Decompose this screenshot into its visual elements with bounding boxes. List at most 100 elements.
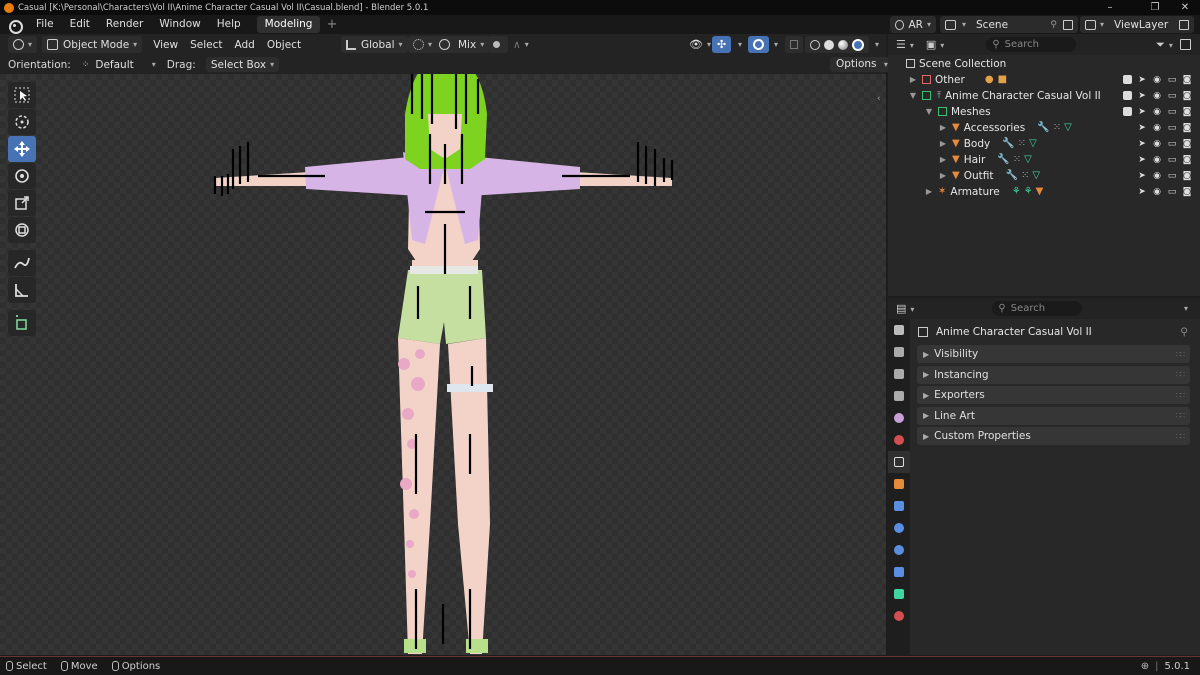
eye-icon[interactable]: ◉ <box>1152 123 1162 133</box>
render-toggle-icon[interactable]: ◙ <box>1182 139 1192 149</box>
cursor-tool[interactable] <box>8 109 36 135</box>
viewport-toggle-icon[interactable]: ▭ <box>1167 91 1177 101</box>
xray-toggle[interactable] <box>785 36 803 53</box>
tab-constraints[interactable] <box>888 561 910 583</box>
tab-modifiers[interactable] <box>888 495 910 517</box>
select-toggle-icon[interactable]: ➤ <box>1137 171 1147 181</box>
render-toggle-icon[interactable]: ◙ <box>1182 107 1192 117</box>
overlay-menu[interactable]: ▾ <box>765 36 783 53</box>
outliner-row-body[interactable]: ▶ ▼ Body 🔧 ⁙ ▽ ➤ ◉ ▭ ◙ <box>888 136 1200 152</box>
measure-tool[interactable] <box>8 277 36 303</box>
outliner-row-other[interactable]: ▶ Other ● ■ ➤ ◉ ▭ ◙ <box>888 72 1200 88</box>
render-toggle-icon[interactable]: ◙ <box>1182 75 1192 85</box>
drag-handle-icon[interactable]: ∷∷ <box>1176 391 1185 400</box>
chevron-right-icon[interactable]: ▶ <box>938 139 948 148</box>
outliner-row-outfit[interactable]: ▶ ▼ Outfit 🔧 ⁙ ▽ ➤ ◉ ▭ ◙ <box>888 168 1200 184</box>
tab-data[interactable] <box>888 583 910 605</box>
minimize-button[interactable]: – <box>1095 0 1125 15</box>
drag-handle-icon[interactable]: ∷∷ <box>1176 350 1185 359</box>
viewport-toggle-icon[interactable]: ▭ <box>1167 171 1177 181</box>
gizmo-menu[interactable]: ▾ <box>729 36 747 53</box>
scale-tool[interactable] <box>8 190 36 216</box>
menu-edit[interactable]: Edit <box>62 15 98 34</box>
blender-logo-icon[interactable] <box>6 18 23 34</box>
tab-render[interactable] <box>888 341 910 363</box>
n-panel-toggle-icon[interactable]: ‹ <box>877 94 881 104</box>
options-button[interactable]: Options ▾ <box>830 57 894 72</box>
add-cube-tool[interactable] <box>8 310 36 336</box>
menu-view[interactable]: View <box>148 36 183 53</box>
editor-type-button[interactable]: ▾ <box>8 36 38 53</box>
pin-icon[interactable]: ⚲ <box>1050 20 1057 30</box>
new-scene-icon[interactable] <box>1063 19 1073 30</box>
3d-viewport[interactable]: ‹ <box>0 74 886 655</box>
panel-line-art[interactable]: ▶ Line Art ∷∷ <box>917 406 1190 425</box>
exclude-checkbox[interactable] <box>1123 106 1132 116</box>
render-toggle-icon[interactable]: ◙ <box>1182 123 1192 133</box>
menu-render[interactable]: Render <box>98 15 151 34</box>
chevron-right-icon[interactable]: ▶ <box>938 155 948 164</box>
drag-handle-icon[interactable]: ∷∷ <box>1176 370 1185 379</box>
outliner-row-anime-character[interactable]: ▼ ⤒ Anime Character Casual Vol II ➤ ◉ ▭ … <box>888 88 1200 104</box>
render-toggle-icon[interactable]: ◙ <box>1182 171 1192 181</box>
select-toggle-icon[interactable]: ➤ <box>1137 123 1147 133</box>
eye-icon[interactable]: ◉ <box>1152 91 1162 101</box>
viewport-toggle-icon[interactable]: ▭ <box>1167 187 1177 197</box>
annotate-tool[interactable] <box>8 250 36 276</box>
menu-window[interactable]: Window <box>151 15 208 34</box>
tab-view-layer[interactable] <box>888 385 910 407</box>
exclude-checkbox[interactable] <box>1123 90 1132 100</box>
maximize-button[interactable]: ❐ <box>1140 0 1170 15</box>
tab-world[interactable] <box>888 429 910 451</box>
display-mode-icon[interactable]: ▣ ▾ <box>926 38 944 51</box>
shading-menu[interactable]: ▾ <box>866 36 884 53</box>
select-toggle-icon[interactable]: ➤ <box>1137 107 1147 117</box>
tab-modeling[interactable]: Modeling <box>256 16 321 33</box>
viewport-toggle-icon[interactable]: ▭ <box>1167 75 1177 85</box>
render-toggle-icon[interactable]: ◙ <box>1182 187 1192 197</box>
pivot-point-selector[interactable]: ▾ <box>408 36 438 53</box>
new-collection-icon[interactable] <box>1180 39 1191 50</box>
drag-handle-icon[interactable]: ∷∷ <box>1176 432 1185 441</box>
outliner-search-input[interactable]: ⚲ Search <box>986 37 1077 52</box>
panel-visibility[interactable]: ▶ Visibility ∷∷ <box>917 345 1190 363</box>
eye-icon[interactable]: ◉ <box>1152 187 1162 197</box>
select-toggle-icon[interactable]: ➤ <box>1137 75 1147 85</box>
falloff-selector[interactable]: ∧ ▾ <box>508 36 534 53</box>
chevron-right-icon[interactable]: ▶ <box>908 75 918 84</box>
exclude-checkbox[interactable] <box>1123 74 1132 84</box>
menu-object[interactable]: Object <box>262 36 306 53</box>
outliner-row-accessories[interactable]: ▶ ▼ Accessories 🔧 ⁙ ▽ ➤ ◉ ▭ ◙ <box>888 120 1200 136</box>
chevron-right-icon[interactable]: ▶ <box>924 187 934 196</box>
select-toggle-icon[interactable]: ➤ <box>1137 91 1147 101</box>
select-toggle-icon[interactable]: ➤ <box>1137 139 1147 149</box>
orientation-dropdown[interactable]: ⁘ Default ▾ <box>77 57 161 72</box>
wireframe-shading-icon[interactable] <box>810 39 820 50</box>
solid-shading-icon[interactable] <box>824 39 834 50</box>
proportional-edit-toggle[interactable] <box>488 36 508 53</box>
outliner-row-scene-collection[interactable]: Scene Collection <box>888 56 1200 72</box>
transform-orientation-selector[interactable]: Global ▾ <box>341 36 408 53</box>
tab-tool[interactable] <box>888 319 910 341</box>
add-workspace-button[interactable]: + <box>320 17 343 32</box>
viewport-toggle-icon[interactable]: ▭ <box>1167 107 1177 117</box>
drag-handle-icon[interactable]: ∷∷ <box>1176 411 1185 420</box>
tab-material[interactable] <box>888 605 910 627</box>
viewport-toggle-icon[interactable]: ▭ <box>1167 123 1177 133</box>
outliner-row-hair[interactable]: ▶ ▼ Hair 🔧 ⁙ ▽ ➤ ◉ ▭ ◙ <box>888 152 1200 168</box>
menu-help[interactable]: Help <box>209 15 249 34</box>
chevron-down-icon[interactable]: ▼ <box>908 91 918 100</box>
outliner-row-meshes[interactable]: ▼ Meshes ➤ ◉ ▭ ◙ <box>888 104 1200 120</box>
eye-icon[interactable]: ◉ <box>1152 107 1162 117</box>
eye-icon[interactable]: ◉ <box>1152 171 1162 181</box>
menu-select[interactable]: Select <box>185 36 227 53</box>
tab-physics[interactable] <box>888 539 910 561</box>
properties-editor-icon[interactable]: ▤ ▾ <box>896 302 914 315</box>
scene-selector[interactable]: ▾ Scene ⚲ <box>940 16 1078 33</box>
render-toggle-icon[interactable]: ◙ <box>1182 155 1192 165</box>
select-toggle-icon[interactable]: ➤ <box>1137 155 1147 165</box>
chevron-right-icon[interactable]: ▶ <box>938 123 948 132</box>
outliner-row-armature[interactable]: ▶ ✶ Armature ⚘ ⚘ ▼ ➤ ◉ ▭ ◙ <box>888 184 1200 200</box>
material-shading-icon[interactable] <box>838 39 848 50</box>
panel-custom-properties[interactable]: ▶ Custom Properties ∷∷ <box>917 427 1190 446</box>
